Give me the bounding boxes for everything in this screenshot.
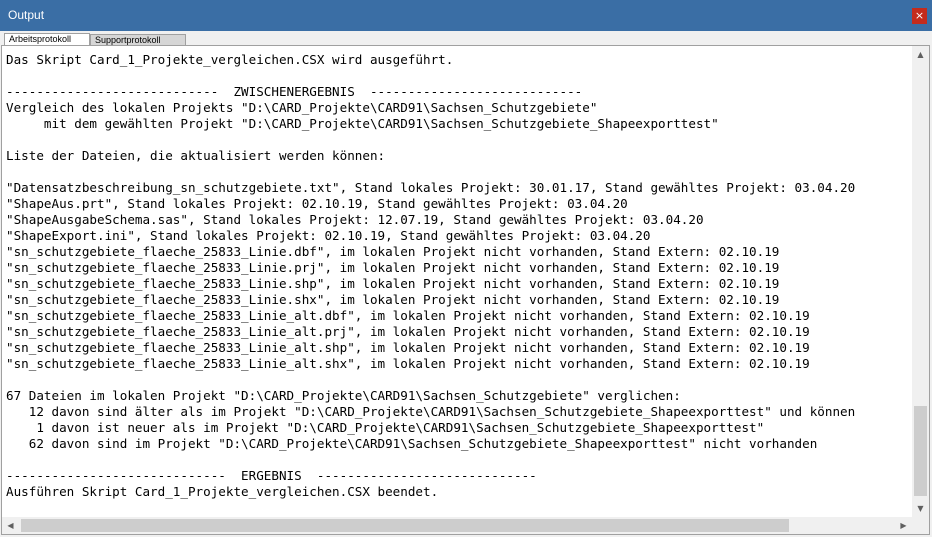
scroll-up-icon[interactable]: ▲: [912, 46, 929, 63]
log-line: Ausführen Skript Card_1_Projekte_verglei…: [6, 484, 439, 499]
title-bar: Output ×: [0, 0, 932, 31]
tab-arbeitsprotokoll[interactable]: Arbeitsprotokoll: [4, 33, 90, 45]
log-line: "sn_schutzgebiete_flaeche_25833_Linie.pr…: [6, 260, 780, 275]
log-line: "sn_schutzgebiete_flaeche_25833_Linie.db…: [6, 244, 780, 259]
log-text-area[interactable]: Das Skript Card_1_Projekte_vergleichen.C…: [6, 52, 904, 517]
log-line: Vergleich des lokalen Projekts "D:\CARD_…: [6, 100, 598, 115]
scroll-left-icon[interactable]: ◀: [2, 517, 19, 534]
log-line: "sn_schutzgebiete_flaeche_25833_Linie_al…: [6, 308, 810, 323]
log-line: 1 davon ist neuer als im Projekt "D:\CAR…: [6, 420, 765, 435]
window-title: Output: [8, 8, 45, 22]
log-line: mit dem gewählten Projekt "D:\CARD_Proje…: [6, 116, 719, 131]
scroll-down-icon[interactable]: ▼: [912, 500, 929, 517]
scrollbar-corner: [912, 517, 929, 534]
log-line: "Datensatzbeschreibung_sn_schutzgebiete.…: [6, 180, 856, 195]
scroll-right-icon[interactable]: ▶: [895, 517, 912, 534]
close-button[interactable]: ×: [912, 8, 927, 24]
log-line: "sn_schutzgebiete_flaeche_25833_Linie_al…: [6, 324, 810, 339]
log-line: "ShapeAus.prt", Stand lokales Projekt: 0…: [6, 196, 628, 211]
horizontal-scroll-thumb[interactable]: [21, 519, 789, 532]
log-line: 67 Dateien im lokalen Projekt "D:\CARD_P…: [6, 388, 681, 403]
vertical-scroll-thumb[interactable]: [914, 406, 927, 496]
tab-strip: Arbeitsprotokoll Supportprotokoll: [0, 31, 932, 45]
log-line: "sn_schutzgebiete_flaeche_25833_Linie.sh…: [6, 292, 780, 307]
log-line: Das Skript Card_1_Projekte_vergleichen.C…: [6, 52, 454, 67]
log-line: "ShapeExport.ini", Stand lokales Projekt…: [6, 228, 651, 243]
vertical-scrollbar[interactable]: ▲ ▼: [912, 46, 929, 517]
log-line: ---------------------------- ZWISCHENERG…: [6, 84, 583, 99]
close-icon: ×: [914, 9, 925, 22]
tab-supportprotokoll[interactable]: Supportprotokoll: [90, 34, 186, 45]
horizontal-scrollbar[interactable]: ◀ ▶: [2, 517, 912, 534]
log-line: 62 davon sind im Projekt "D:\CARD_Projek…: [6, 436, 818, 451]
log-line: Liste der Dateien, die aktualisiert werd…: [6, 148, 386, 163]
log-line: ----------------------------- ERGEBNIS -…: [6, 468, 537, 483]
output-panel: Das Skript Card_1_Projekte_vergleichen.C…: [1, 45, 930, 535]
log-line: "sn_schutzgebiete_flaeche_25833_Linie.sh…: [6, 276, 780, 291]
log-line: "sn_schutzgebiete_flaeche_25833_Linie_al…: [6, 340, 810, 355]
log-line: 12 davon sind älter als im Projekt "D:\C…: [6, 404, 856, 419]
log-line: "sn_schutzgebiete_flaeche_25833_Linie_al…: [6, 356, 810, 371]
log-line: "ShapeAusgabeSchema.sas", Stand lokales …: [6, 212, 704, 227]
